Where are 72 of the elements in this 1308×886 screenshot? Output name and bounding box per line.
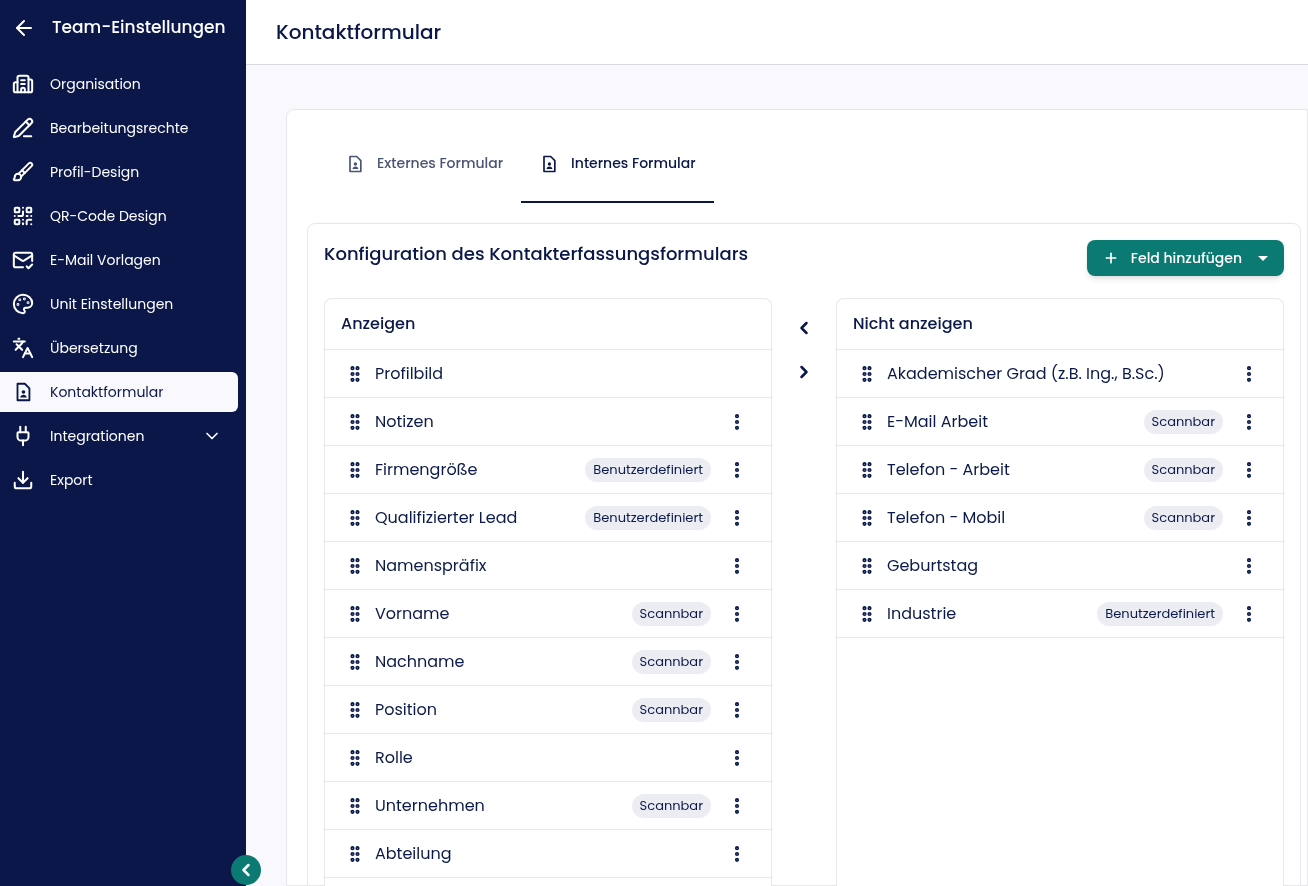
field-row[interactable]: Industrie Benutzerdefiniert	[837, 589, 1283, 637]
download-icon	[12, 469, 34, 491]
field-row[interactable]: Qualifizierter Lead Benutzerdefiniert	[325, 493, 771, 541]
sidebar-item[interactable]: Organisation	[0, 64, 238, 104]
field-label: Qualifizierter Lead	[375, 505, 518, 530]
page-title: Kontaktformular	[276, 17, 442, 47]
field-tag: Benutzerdefiniert	[1097, 601, 1223, 626]
collapse-sidebar-button[interactable]	[231, 855, 261, 885]
field-label: Unternehmen	[375, 793, 485, 818]
field-row[interactable]: Unternehmen Scannbar	[325, 781, 771, 829]
sidebar-item[interactable]: Bearbeitungsrechte	[0, 108, 238, 148]
field-label: Firmengröße	[375, 457, 478, 482]
field-tag: Scannbar	[1143, 409, 1223, 434]
field-tag: Benutzerdefiniert	[585, 505, 711, 530]
add-field-button[interactable]: Feld hinzufügen	[1086, 240, 1284, 276]
field-row[interactable]: Abteilung	[325, 829, 771, 877]
field-label: Vorname	[375, 601, 450, 626]
palette-icon	[12, 293, 34, 315]
field-label: Akademischer Grad (z.B. Ing., B.Sc.)	[887, 361, 1165, 386]
sidebar-item[interactable]: E-Mail Vorlagen	[0, 240, 238, 280]
field-row[interactable]: E-Mail Arbeit Scannbar	[837, 397, 1283, 445]
field-label: Position	[375, 697, 438, 722]
field-tag: Scannbar	[1143, 505, 1223, 530]
sidebar-item[interactable]: Unit Einstellungen	[0, 284, 238, 324]
field-row[interactable]: Telefon - Arbeit Scannbar	[837, 445, 1283, 493]
translate-icon	[12, 337, 34, 359]
section-title: Konfiguration des Kontakterfassungsformulars	[324, 240, 749, 267]
building-icon	[12, 73, 34, 95]
field-row[interactable]: Nachname Scannbar	[325, 637, 771, 685]
field-label: Telefon - Mobil	[887, 505, 1006, 530]
sidebar-title: Team-Einstellungen	[52, 15, 226, 41]
field-label: Namenspräfix	[375, 553, 487, 578]
field-label: E-Mail Arbeit	[887, 409, 988, 434]
mail-check-icon	[12, 249, 34, 271]
sidebar-item[interactable]: Profil-Design	[0, 152, 238, 192]
qr-code-icon	[12, 205, 34, 227]
brush-icon	[12, 161, 34, 183]
pencil-icon	[12, 117, 34, 139]
field-label: Profilbild	[375, 361, 444, 386]
sidebar-item[interactable]: Integrationen	[0, 416, 238, 456]
list-title: Nicht anzeigen	[853, 312, 973, 336]
field-row[interactable]: Akademischer Grad (z.B. Ing., B.Sc.)	[837, 349, 1283, 397]
field-row[interactable]: Vorname Scannbar	[325, 589, 771, 637]
field-row[interactable]: Geburtstag	[837, 541, 1283, 589]
list-title: Anzeigen	[341, 312, 416, 336]
field-row[interactable]: Telefon - Mobil Scannbar	[837, 493, 1283, 541]
caret-down-icon	[1258, 255, 1268, 261]
field-label: Nachname	[375, 649, 465, 674]
sidebar-item[interactable]: Export	[0, 460, 238, 500]
field-label: Rolle	[375, 745, 413, 770]
field-row[interactable]: Rolle	[325, 733, 771, 781]
field-tag: Scannbar	[631, 697, 711, 722]
field-tag: Benutzerdefiniert	[585, 457, 711, 482]
tab[interactable]: Externes Formular	[327, 126, 522, 203]
field-row[interactable]: Namenspräfix	[325, 541, 771, 589]
field-tag: Scannbar	[1143, 457, 1223, 482]
field-label: Geburtstag	[887, 553, 979, 578]
field-label: Telefon - Arbeit	[887, 457, 1010, 482]
field-tag: Scannbar	[631, 793, 711, 818]
field-label: Notizen	[375, 409, 434, 434]
field-tag: Scannbar	[631, 601, 711, 626]
sidebar-item[interactable]: Kontaktformular	[0, 372, 238, 412]
field-label: Abteilung	[375, 841, 452, 866]
field-row[interactable]: Profilbild	[325, 349, 771, 397]
field-row[interactable]: Position Scannbar	[325, 685, 771, 733]
sidebar-item[interactable]: QR-Code Design	[0, 196, 238, 236]
field-label: Industrie	[887, 601, 957, 626]
sidebar-item[interactable]: Übersetzung	[0, 328, 238, 368]
tab[interactable]: Internes Formular	[521, 126, 714, 203]
field-tag: Scannbar	[631, 649, 711, 674]
field-row[interactable]: Notizen	[325, 397, 771, 445]
field-row[interactable]: Firmengröße Benutzerdefiniert	[325, 445, 771, 493]
